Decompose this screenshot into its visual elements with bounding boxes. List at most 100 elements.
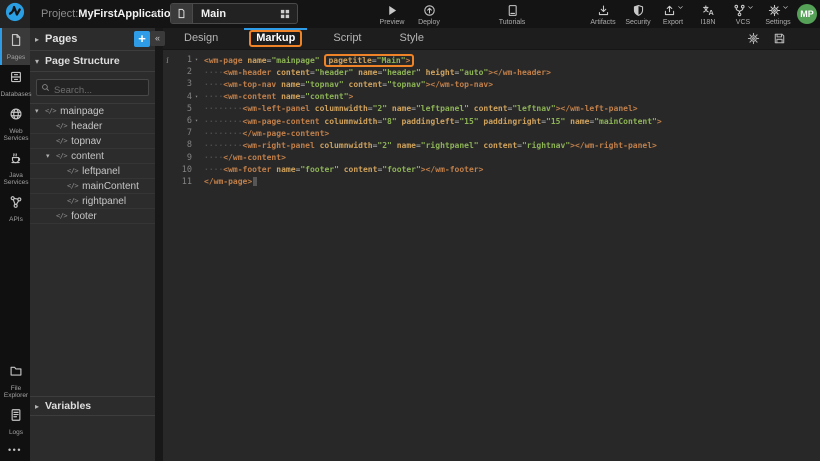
code-token: </wm-page-content> bbox=[243, 129, 330, 138]
tree-item-leftpanel[interactable]: </>leftpanel bbox=[30, 164, 155, 179]
app-logo[interactable] bbox=[0, 0, 30, 28]
code-token: <wm-right-panel bbox=[243, 141, 315, 150]
code-token: "mainContent" bbox=[594, 117, 657, 126]
rail-bottom: File ExplorerLogs ••• bbox=[0, 359, 30, 461]
collapse-panel-button[interactable]: « bbox=[150, 31, 165, 46]
pages-panel-title: Pages bbox=[45, 33, 77, 45]
indent-guides: ········ bbox=[204, 104, 243, 113]
add-page-button[interactable]: + bbox=[134, 31, 150, 47]
fold-icon[interactable]: ▾ bbox=[192, 94, 201, 100]
code-line[interactable]: 3····<wm-top-nav name="topnav" content="… bbox=[163, 78, 820, 90]
widget-code-icon: </> bbox=[67, 167, 78, 175]
line-number: 7 bbox=[172, 128, 192, 138]
variables-header[interactable]: ▸ Variables bbox=[30, 396, 155, 416]
tree-item-topnav[interactable]: </>topnav bbox=[30, 134, 155, 149]
fold-icon[interactable]: ▾ bbox=[192, 118, 201, 124]
editor-tabs: Design Markup Script Style bbox=[177, 28, 455, 50]
code-token: > bbox=[349, 92, 354, 101]
code-text: ····<wm-footer name="footer" content="fo… bbox=[201, 165, 483, 174]
tab-markup[interactable]: Markup bbox=[249, 28, 302, 50]
tab-design[interactable]: Design bbox=[177, 28, 225, 50]
caret-down-icon: ▾ bbox=[35, 107, 45, 115]
code-line[interactable]: 9 ····</wm-content> bbox=[163, 152, 820, 164]
topbar-action-preview[interactable]: Preview bbox=[378, 4, 406, 26]
svg-text:A: A bbox=[708, 8, 714, 17]
code-line[interactable]: 8········<wm-right-panel columnwidth="2"… bbox=[163, 139, 820, 151]
code-line[interactable]: 4▾····<wm-content name="content"> bbox=[163, 91, 820, 103]
code-line[interactable]: i1▾<wm-page name="mainpage" pagetitle="M… bbox=[163, 54, 820, 66]
topbar-action-settings[interactable]: Settings bbox=[764, 4, 792, 26]
fold-icon[interactable]: ▾ bbox=[192, 57, 201, 63]
topbar-action-label: Security bbox=[625, 19, 650, 26]
rail-item-web-services[interactable]: Web Services bbox=[0, 102, 30, 146]
tree-item-maincontent[interactable]: </>mainContent bbox=[30, 179, 155, 194]
code-text: ····</wm-content> bbox=[201, 153, 286, 162]
code-line[interactable]: 5········<wm-left-panel columnwidth="2" … bbox=[163, 103, 820, 115]
tab-style[interactable]: Style bbox=[393, 28, 431, 50]
topbar-action-tutorials[interactable]: Tutorials bbox=[498, 4, 526, 26]
code-line[interactable]: 10····<wm-footer name="footer" content="… bbox=[163, 164, 820, 176]
rail-item-file-explorer[interactable]: File Explorer bbox=[0, 359, 30, 403]
download-icon bbox=[597, 4, 610, 17]
rail-item-databases[interactable]: Databases bbox=[0, 65, 30, 102]
code-token: pagetitle bbox=[328, 56, 371, 65]
rail-item-apis[interactable]: APIs bbox=[0, 190, 30, 227]
breadcrumb-chevron-icon: › bbox=[153, 5, 157, 20]
markup-code-editor[interactable]: i1▾<wm-page name="mainpage" pagetitle="M… bbox=[163, 50, 820, 188]
chevron-down-icon bbox=[746, 0, 754, 17]
code-line[interactable]: 7········</wm-page-content> bbox=[163, 127, 820, 139]
export-icon bbox=[663, 4, 676, 17]
save-button[interactable] bbox=[773, 32, 786, 45]
page-structure-tree: ▾</>mainpage</>header</>topnav▾</>conten… bbox=[30, 103, 155, 224]
page-structure-header[interactable]: ▾ Page Structure bbox=[30, 51, 155, 72]
user-avatar[interactable]: MP bbox=[797, 4, 817, 24]
topbar: Project:MyFirstApplication › Main Previe… bbox=[0, 0, 820, 28]
topbar-action-vcs[interactable]: VCS bbox=[729, 4, 757, 26]
branch-icon bbox=[733, 4, 746, 17]
tab-label: Markup bbox=[249, 30, 302, 47]
search-input[interactable] bbox=[37, 83, 148, 98]
topbar-right-actions: Artifacts Security Export AI18N VCS Settings bbox=[589, 4, 792, 26]
tree-item-header[interactable]: </>header bbox=[30, 119, 155, 134]
rail-item-java-services[interactable]: Java Services bbox=[0, 146, 30, 190]
topbar-action-artifacts[interactable]: Artifacts bbox=[589, 4, 617, 26]
code-line[interactable]: 6▾········<wm-page-content columnwidth="… bbox=[163, 115, 820, 127]
code-token: <wm-left-panel bbox=[243, 104, 310, 113]
indent-guides: ···· bbox=[204, 92, 223, 101]
caret-down-icon: ▾ bbox=[35, 57, 45, 66]
editor-settings-button[interactable] bbox=[747, 32, 760, 45]
grid-icon[interactable] bbox=[273, 8, 297, 20]
more-options-button[interactable]: ••• bbox=[0, 440, 30, 461]
code-line[interactable]: 2····<wm-header content="header" name="h… bbox=[163, 66, 820, 78]
code-token: "8" bbox=[382, 117, 396, 126]
page-selector[interactable]: Main bbox=[170, 3, 298, 24]
code-token: content bbox=[276, 68, 310, 77]
caret-right-icon: ▸ bbox=[35, 402, 45, 411]
topbar-action-security[interactable]: Security bbox=[624, 4, 652, 26]
rail-top: Pages Databases Web ServicesJava ServicesA… bbox=[0, 28, 30, 227]
code-token: "Main" bbox=[377, 56, 406, 65]
code-token: name bbox=[276, 165, 295, 174]
code-line[interactable]: 11</wm-page> bbox=[163, 176, 820, 188]
tree-item-content[interactable]: ▾</>content bbox=[30, 149, 155, 164]
topbar-action-i18n[interactable]: AI18N bbox=[694, 4, 722, 26]
rail-bottom-items: File ExplorerLogs bbox=[0, 359, 30, 440]
rail-item-label: Databases bbox=[0, 91, 31, 98]
rail-item-pages[interactable]: Pages bbox=[0, 28, 30, 65]
code-token: "topnav" bbox=[387, 80, 426, 89]
line-number: 9 bbox=[172, 153, 192, 163]
code-text: ····<wm-header content="header" name="he… bbox=[201, 68, 551, 77]
line-number: 5 bbox=[172, 104, 192, 114]
rail-item-logs[interactable]: Logs bbox=[0, 403, 30, 440]
topbar-action-export[interactable]: Export bbox=[659, 4, 687, 26]
tab-script[interactable]: Script bbox=[326, 28, 368, 50]
tree-item-mainpage[interactable]: ▾</>mainpage bbox=[30, 104, 155, 119]
tree-item-rightpanel[interactable]: </>rightpanel bbox=[30, 194, 155, 209]
code-token: "15" bbox=[546, 117, 565, 126]
topbar-action-deploy[interactable]: Deploy bbox=[415, 4, 443, 26]
page-doc-icon bbox=[171, 4, 193, 23]
project-name: MyFirstApplication bbox=[78, 8, 177, 20]
caret-right-icon: ▸ bbox=[35, 35, 45, 44]
tree-item-footer[interactable]: </>footer bbox=[30, 209, 155, 224]
pages-panel-header[interactable]: ▸ Pages + bbox=[30, 28, 155, 51]
